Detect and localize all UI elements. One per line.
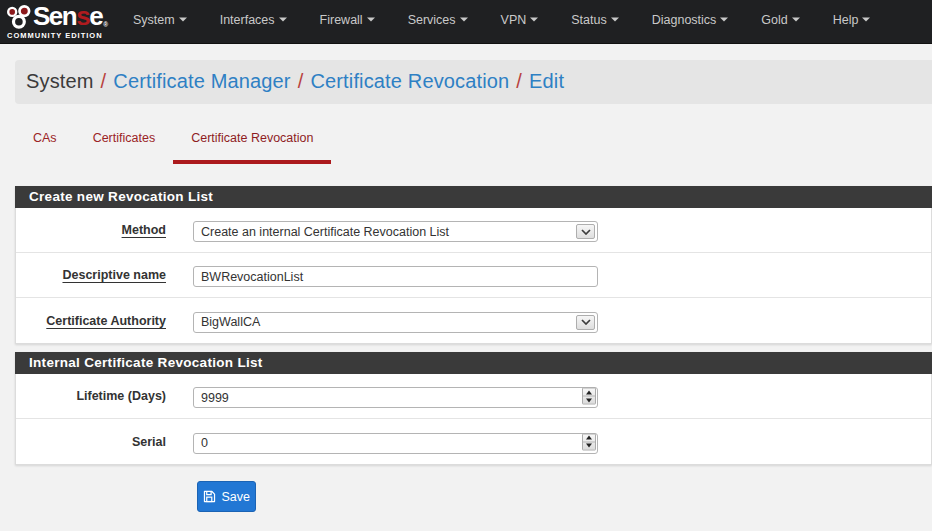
panel-title: Create new Revocation List: [15, 186, 932, 208]
tab-certificates[interactable]: Certificates: [75, 123, 174, 164]
form-row-serial: Serial: [16, 419, 931, 464]
tab-bar: CAs Certificates Certificate Revocation: [15, 123, 932, 164]
breadcrumb-link-edit[interactable]: Edit: [529, 70, 564, 92]
caret-down-icon: [611, 17, 619, 21]
menu-item-diagnostics[interactable]: Diagnostics: [635, 0, 745, 41]
number-spinner[interactable]: [582, 388, 596, 405]
number-spinner[interactable]: [582, 433, 596, 450]
panel-title: Internal Certificate Revocation List: [15, 352, 932, 374]
descriptive-name-input[interactable]: [193, 266, 598, 287]
tab-certificate-revocation[interactable]: Certificate Revocation: [173, 123, 331, 164]
caret-down-icon: [792, 17, 800, 21]
pfsense-logo-icon: [5, 4, 33, 29]
certificate-authority-label: Certificate Authority: [16, 314, 193, 328]
edition-label: COMMUNITY EDITION: [7, 31, 104, 40]
lifetime-input[interactable]: [193, 387, 598, 408]
chevron-down-icon: [581, 319, 591, 325]
spinner-up-icon[interactable]: [583, 434, 595, 442]
breadcrumb: System/Certificate Manager/Certificate R…: [15, 60, 932, 104]
panel-create-new-revocation-list: Create new Revocation List Method Create…: [15, 186, 932, 344]
breadcrumb-link-certificate-manager[interactable]: Certificate Manager: [113, 70, 290, 92]
select-dropdown-button[interactable]: [576, 315, 595, 330]
menu-item-interfaces[interactable]: Interfaces: [203, 0, 303, 41]
chevron-down-icon: [581, 229, 591, 235]
page-content: Create new Revocation List Method Create…: [0, 186, 932, 512]
pfsense-logo[interactable]: Sense® COMMUNITY EDITION: [0, 4, 104, 41]
top-navbar: Sense® COMMUNITY EDITION System Interfac…: [0, 0, 932, 44]
caret-down-icon: [279, 17, 287, 21]
breadcrumb-root: System: [26, 70, 94, 92]
certificate-authority-select[interactable]: BigWallCA: [193, 312, 598, 333]
descriptive-name-label: Descriptive name: [16, 268, 193, 282]
menu-item-gold[interactable]: Gold: [745, 0, 816, 41]
caret-down-icon: [862, 17, 870, 21]
menu-item-vpn[interactable]: VPN: [484, 0, 555, 41]
tab-cas[interactable]: CAs: [15, 123, 75, 164]
form-row-lifetime: Lifetime (Days): [16, 374, 931, 419]
save-icon: [203, 490, 216, 503]
form-row-certificate-authority: Certificate Authority BigWallCA: [16, 298, 931, 343]
caret-down-icon: [720, 17, 728, 21]
menu-item-firewall[interactable]: Firewall: [303, 0, 391, 41]
serial-label: Serial: [16, 435, 193, 449]
method-label: Method: [16, 223, 193, 237]
caret-down-icon: [460, 17, 468, 21]
menu-item-services[interactable]: Services: [391, 0, 484, 41]
caret-down-icon: [367, 17, 375, 21]
spinner-up-icon[interactable]: [583, 389, 595, 397]
serial-input[interactable]: [193, 433, 598, 454]
form-row-descriptive-name: Descriptive name: [16, 253, 931, 298]
method-select[interactable]: Create an internal Certificate Revocatio…: [193, 221, 598, 242]
spinner-down-icon[interactable]: [583, 442, 595, 449]
breadcrumb-separator: /: [509, 70, 529, 92]
select-dropdown-button[interactable]: [576, 224, 595, 239]
breadcrumb-separator: /: [291, 70, 311, 92]
menu-item-help[interactable]: Help: [816, 0, 887, 41]
form-row-method: Method Create an internal Certificate Re…: [16, 208, 931, 253]
panel-internal-certificate-revocation-list: Internal Certificate Revocation List Lif…: [15, 352, 932, 465]
breadcrumb-separator: /: [94, 70, 114, 92]
save-button[interactable]: Save: [197, 481, 256, 512]
menu-item-status[interactable]: Status: [555, 0, 635, 41]
main-menu: System Interfaces Firewall Services VPN …: [117, 0, 887, 41]
breadcrumb-link-certificate-revocation[interactable]: Certificate Revocation: [310, 70, 509, 92]
caret-down-icon: [530, 17, 538, 21]
caret-down-icon: [179, 17, 187, 21]
registered-mark: ®: [103, 21, 108, 28]
lifetime-label: Lifetime (Days): [16, 389, 193, 403]
spinner-down-icon[interactable]: [583, 397, 595, 404]
menu-item-system[interactable]: System: [117, 0, 204, 41]
form-actions: Save: [0, 465, 932, 512]
